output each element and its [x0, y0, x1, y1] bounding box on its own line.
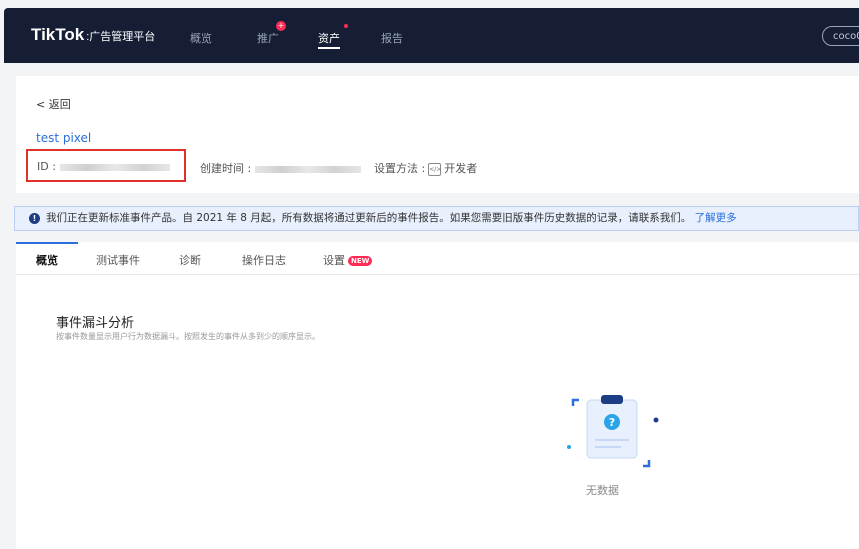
created-time-label: 创建时间 : — [200, 162, 252, 175]
setup-method-label: 设置方法 : — [374, 162, 426, 175]
funnel-description: 按事件数量显示用户行为数据漏斗。按照发生的事件从多到少的顺序显示。 — [56, 332, 320, 341]
nav-promotion[interactable]: 推广 — [257, 30, 279, 46]
tiktok-ads-logo[interactable]: TikTok:广告管理平台 — [31, 25, 155, 45]
notice-banner: ! 我们正在更新标准事件产品。自 2021 年 8 月起，所有数据将通过更新后的… — [14, 206, 859, 231]
notice-text: 我们正在更新标准事件产品。自 2021 年 8 月起，所有数据将通过更新后的事件… — [46, 212, 692, 224]
tab-overview[interactable]: 概览 — [36, 252, 58, 268]
info-icon: ! — [29, 213, 40, 224]
logo-subtitle: :广告管理平台 — [86, 31, 156, 43]
new-badge: NEW — [348, 256, 373, 266]
funnel-title: 事件漏斗分析 — [56, 316, 135, 331]
learn-more-link[interactable]: 了解更多 — [695, 212, 737, 224]
pixel-name: test pixel — [36, 131, 92, 145]
developer-icon: </> — [428, 162, 441, 176]
notice-text-wrap: 我们正在更新标准事件产品。自 2021 年 8 月起，所有数据将通过更新后的事件… — [46, 207, 737, 230]
svg-text:?: ? — [609, 416, 615, 429]
nav-assets-dot — [344, 24, 348, 28]
pixel-id-label: ID : — [37, 160, 56, 173]
nav-promotion-badge: + — [276, 21, 286, 31]
main-content: 概览 测试事件 诊断 操作日志 设置 NEW 事件漏斗分析 按事件数量显示用户行为… — [16, 242, 859, 549]
tab-activity-log[interactable]: 操作日志 — [242, 252, 286, 268]
nav-assets[interactable]: 资产 — [318, 30, 340, 49]
tab-bar: 概览 测试事件 诊断 操作日志 设置 NEW — [16, 242, 859, 275]
active-tab-indicator — [16, 242, 78, 244]
setup-method-value: 开发者 — [444, 162, 478, 175]
no-data-text: 无数据 — [586, 484, 619, 497]
top-navigation-bar: TikTok:广告管理平台 概览 推广 + 资产 报告 coco01 — [4, 8, 859, 63]
tab-test-events[interactable]: 测试事件 — [96, 252, 140, 268]
empty-clipboard-icon: ? — [567, 395, 659, 468]
created-time: 创建时间 : — [200, 160, 362, 176]
created-time-redacted — [255, 165, 362, 173]
tab-settings-label: 设置 — [323, 254, 345, 267]
setup-method: 设置方法 : </> 开发者 — [374, 160, 477, 176]
pixel-id-redacted — [59, 163, 170, 171]
back-button[interactable]: < 返回 — [36, 96, 71, 112]
tab-settings[interactable]: 设置 NEW — [323, 252, 373, 268]
nav-reports[interactable]: 报告 — [381, 30, 403, 46]
logo-text: TikTok — [31, 25, 85, 44]
nav-overview[interactable]: 概览 — [190, 30, 212, 46]
tab-diagnostics[interactable]: 诊断 — [179, 252, 201, 268]
pixel-header-card: < 返回 test pixel ID : 创建时间 : 设置方法 : </> 开发者 — [16, 76, 859, 193]
pixel-id: ID : — [37, 160, 170, 173]
account-switcher[interactable]: coco01 — [822, 26, 859, 46]
